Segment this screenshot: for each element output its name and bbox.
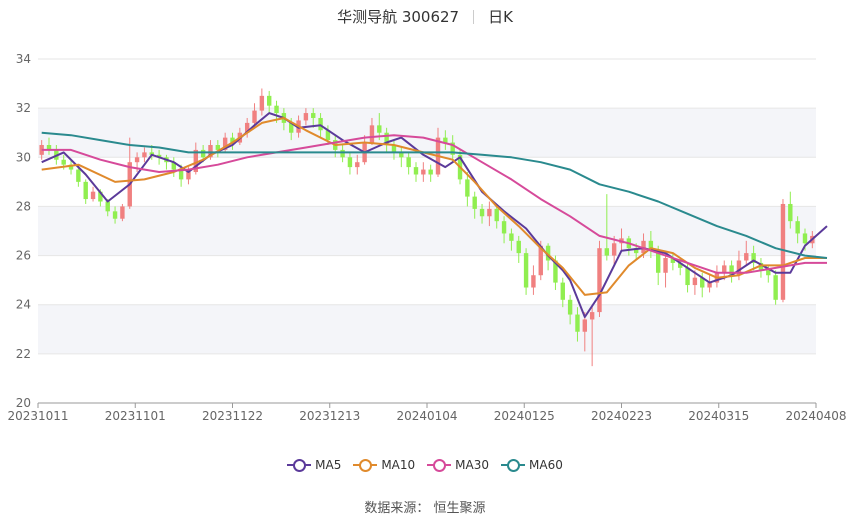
- candle-body: [76, 169, 81, 182]
- candle-body: [788, 203, 793, 222]
- candle-body: [744, 253, 749, 261]
- candle-body: [523, 253, 529, 288]
- grid-band: [38, 304, 816, 354]
- x-tick-label: 20231122: [202, 409, 263, 423]
- x-tick-label: 20240408: [785, 409, 846, 423]
- legend-item-ma30[interactable]: MA30: [427, 458, 489, 472]
- candle-body: [377, 125, 382, 133]
- legend-label: MA10: [381, 458, 416, 472]
- legend-marker-icon: [287, 459, 312, 472]
- chart-root: 华测导航 300627 日K 20 22 24 26 28 30 32 34 20231011 20…: [0, 0, 850, 517]
- candle-body: [722, 265, 727, 273]
- candle-body: [142, 152, 147, 158]
- candle-body: [560, 282, 565, 300]
- candle-body: [575, 314, 580, 332]
- candle-body: [516, 240, 521, 254]
- y-tick-label: 26: [16, 249, 31, 263]
- candle-body: [582, 319, 588, 332]
- candle-body: [494, 208, 499, 222]
- candle-body: [200, 149, 206, 158]
- candle-body: [685, 267, 690, 286]
- legend-marker-icon: [427, 459, 452, 472]
- candle-body: [369, 125, 375, 143]
- candle-body: [259, 95, 265, 111]
- legend-label: MA30: [455, 458, 490, 472]
- data-source-note: 数据来源： 恒生聚源: [364, 501, 486, 516]
- legend-marker-icon: [501, 459, 526, 472]
- candle-body: [105, 201, 110, 212]
- legend-item-ma10[interactable]: MA10: [353, 458, 415, 472]
- candle-body: [112, 211, 118, 219]
- y-tick-label: 34: [16, 52, 31, 66]
- x-tick-label: 20231101: [105, 409, 166, 423]
- candle-body: [318, 117, 323, 131]
- candle-body: [355, 162, 360, 168]
- candle-body: [487, 208, 492, 217]
- candle-body: [472, 196, 477, 209]
- candle-body: [780, 203, 786, 300]
- x-tick-label: 20240223: [591, 409, 652, 423]
- candle-body: [61, 159, 66, 165]
- legend-item-ma60[interactable]: MA60: [501, 458, 563, 472]
- candle-body: [531, 275, 536, 288]
- candle-body: [465, 179, 470, 197]
- candle-body: [773, 275, 778, 300]
- candle-body: [252, 110, 257, 123]
- candle-body: [795, 221, 800, 234]
- candle-body: [186, 172, 191, 180]
- x-tick-label: 20240104: [396, 409, 457, 423]
- legend-label: MA60: [529, 458, 563, 472]
- candle-body: [567, 299, 573, 315]
- candle-body: [303, 113, 309, 121]
- candle-body: [413, 167, 419, 175]
- y-tick-label: 20: [16, 396, 31, 410]
- y-tick-label: 32: [16, 101, 31, 115]
- candle-body: [663, 258, 668, 273]
- y-tick-label: 22: [16, 347, 31, 361]
- candlestick-plot: 20 22 24 26 28 30 32 34 20231011 20231101 20231122…: [7, 52, 846, 423]
- x-tick-label: 20231213: [299, 409, 360, 423]
- grid-band: [38, 206, 816, 256]
- candle-body: [406, 157, 411, 168]
- candle-body: [266, 95, 272, 106]
- candle-body: [428, 169, 433, 175]
- candle-body: [479, 208, 485, 217]
- candle-body: [274, 105, 279, 114]
- y-tick-label: 28: [16, 199, 31, 213]
- y-tick-label: 24: [16, 298, 31, 312]
- x-tick-label: 20240125: [494, 409, 555, 423]
- legend-marker-icon: [353, 459, 378, 472]
- candle-body: [692, 277, 698, 286]
- x-tick-label: 20240315: [688, 409, 749, 423]
- candle-body: [421, 169, 426, 175]
- candle-body: [501, 221, 507, 234]
- candle-body: [347, 157, 353, 168]
- x-tick-label: 20231011: [7, 409, 68, 423]
- candle-body: [597, 248, 602, 313]
- candle-body: [311, 113, 316, 118]
- candle-body: [589, 312, 595, 320]
- candle-body: [83, 181, 88, 200]
- candle-body: [340, 149, 345, 158]
- y-tick-label: 30: [16, 150, 31, 164]
- candle-body: [509, 233, 514, 241]
- candle-body: [120, 206, 125, 219]
- candle-body: [611, 243, 617, 256]
- grid-band: [38, 108, 816, 158]
- candle-body: [604, 248, 610, 256]
- candle-body: [766, 270, 771, 276]
- legend-item-ma5[interactable]: MA5: [287, 458, 341, 472]
- candle-body: [134, 157, 140, 163]
- candle-body: [802, 233, 808, 244]
- candle-body: [90, 191, 96, 200]
- legend-label: MA5: [315, 458, 342, 472]
- chart-legend: MA5 MA10 MA30 MA60: [0, 458, 850, 472]
